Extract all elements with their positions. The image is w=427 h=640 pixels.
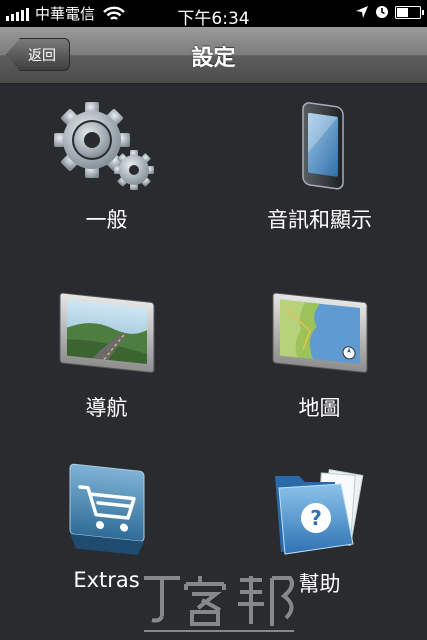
menu-item-extras[interactable]: Extras [0, 448, 213, 626]
settings-grid: 一般 音訊和顯示 導航 地圖 Extras ? 幫助 [0, 84, 427, 640]
help-folder-icon: ? [274, 469, 363, 555]
phone-icon [301, 102, 344, 190]
menu-item-label: 音訊和顯示 [267, 208, 372, 232]
menu-item-audio-display[interactable]: 音訊和顯示 [213, 84, 426, 262]
menu-item-help[interactable]: ? 幫助 [213, 448, 426, 626]
menu-item-label: Extras [73, 568, 140, 592]
menu-item-label: 導航 [85, 396, 128, 420]
menu-item-label: 幫助 [298, 572, 341, 596]
menu-item-label: 一般 [85, 208, 128, 232]
battery-icon [395, 5, 424, 19]
menu-item-general[interactable]: 一般 [0, 84, 213, 262]
page-title: 設定 [191, 46, 236, 71]
gears-icon [53, 102, 154, 190]
status-right [355, 5, 424, 19]
svg-text:?: ? [310, 506, 322, 530]
menu-item-map[interactable]: 地圖 [213, 272, 426, 450]
road-map-icon [59, 292, 154, 373]
map-icon [272, 292, 367, 373]
menu-item-navigation[interactable]: 導航 [0, 272, 213, 450]
location-arrow-icon [356, 6, 368, 18]
menu-item-label: 地圖 [298, 396, 341, 420]
alarm-clock-icon [376, 6, 388, 18]
navigation-bar: 返回 設定 [0, 27, 427, 84]
status-bar: 中華電信 下午6:34 [0, 0, 427, 29]
shopping-cart-icon [69, 463, 144, 556]
